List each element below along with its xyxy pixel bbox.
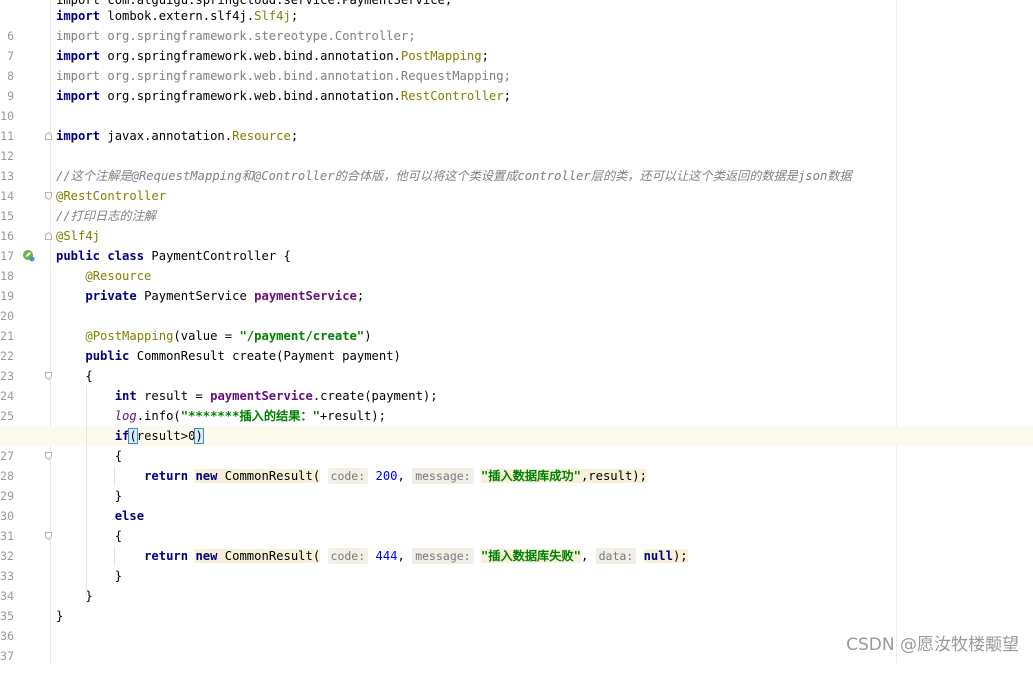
code-text: import org.springframework.web.bind.anno… — [56, 69, 511, 83]
code-line[interactable]: 30 } — [0, 486, 1033, 523]
fold-start-icon[interactable] — [45, 372, 52, 380]
code-text: } — [85, 589, 93, 603]
code-text: @Resource — [85, 269, 152, 283]
code-line[interactable]: 34 } — [0, 566, 1033, 603]
spring-bean-icon[interactable] — [22, 249, 35, 262]
code-line[interactable]: 9 import org.springframework.web.bind.an… — [0, 66, 1033, 103]
code-text: private PaymentService paymentService; — [85, 289, 365, 303]
code-line[interactable]: 33 return new CommonResult( code: 444, m… — [0, 546, 1033, 583]
code-annotation: @Slf4j — [56, 229, 101, 243]
code-text: import org.springframework.web.bind.anno… — [56, 89, 511, 103]
code-text: if(result>0) — [114, 428, 204, 444]
code-comment: //这个注解是@RequestMapping和@Controller的合体版，他… — [56, 169, 852, 183]
code-text: else — [114, 509, 145, 523]
code-text: import org.springframework.web.bind.anno… — [56, 49, 489, 63]
code-line[interactable]: 19 @Resource — [0, 266, 1033, 303]
code-line[interactable]: 10 import org.springframework.web.bind.a… — [0, 86, 1033, 123]
code-editor[interactable]: import com.atguigu.springcloud.service.P… — [0, 0, 1033, 663]
code-text: { — [85, 369, 93, 383]
code-line[interactable]: 36 } — [0, 606, 1033, 643]
code-line[interactable]: 7 import org.springframework.stereotype.… — [0, 26, 1033, 63]
code-line[interactable]: 22 @PostMapping(value = "/payment/create… — [0, 326, 1033, 363]
code-line[interactable]: 29 return new CommonResult( code: 200, m… — [0, 466, 1033, 503]
code-text: public CommonResult create(Payment payme… — [85, 349, 401, 363]
param-hint: data: — [595, 548, 637, 564]
code-line[interactable]: 15 @RestController — [0, 186, 1033, 223]
code-line[interactable]: 20 private PaymentService paymentService… — [0, 286, 1033, 323]
fold-start-icon[interactable] — [45, 532, 52, 540]
code-line[interactable]: 17 @Slf4j — [0, 226, 1033, 263]
code-text: import lombok.extern.slf4j.Slf4j; — [56, 9, 299, 23]
code-line[interactable]: 18 public class PaymentController { — [0, 246, 1033, 283]
code-line[interactable]: 35 } — [0, 586, 1033, 623]
code-line[interactable]: 31 else — [0, 506, 1033, 543]
code-text: } — [56, 609, 64, 623]
param-hint: message: — [412, 548, 474, 564]
indent-guide — [86, 386, 87, 596]
code-line[interactable]: 32 { — [0, 526, 1033, 563]
fold-start-icon[interactable] — [45, 452, 52, 460]
code-text: public class PaymentController { — [56, 249, 291, 263]
code-text: return new CommonResult( code: 200, mess… — [144, 468, 647, 484]
code-line[interactable]: 23 public CommonResult create(Payment pa… — [0, 346, 1033, 383]
param-hint: message: — [412, 468, 474, 484]
code-text: { — [114, 529, 123, 543]
indent-guide — [114, 466, 115, 486]
fold-start-icon[interactable] — [45, 192, 52, 200]
code-text: import javax.annotation.Resource; — [56, 129, 299, 143]
code-line-current[interactable]: 27 if(result>0) — [0, 426, 1033, 463]
watermark: CSDN @愿汝牧楼颙望 — [846, 635, 1019, 655]
code-text: int result = paymentService.create(payme… — [114, 389, 438, 403]
code-line[interactable]: 11 — [0, 106, 1033, 143]
code-text: import org.springframework.stereotype.Co… — [56, 29, 416, 43]
code-line[interactable]: 28 { — [0, 446, 1033, 483]
code-line[interactable]: 8 import org.springframework.web.bind.an… — [0, 46, 1033, 83]
line-number: 37 — [0, 649, 14, 663]
code-line[interactable]: 24 { — [0, 366, 1033, 403]
param-hint: code: — [327, 548, 369, 564]
code-line[interactable]: 16 //打印日志的注解 — [0, 206, 1033, 243]
code-text: log.info("*******插入的结果："+result); — [114, 409, 386, 423]
fold-end-icon[interactable] — [45, 232, 52, 240]
code-line[interactable]: 12 import javax.annotation.Resource; — [0, 126, 1033, 163]
code-line[interactable]: 6 import lombok.extern.slf4j.Slf4j; — [0, 6, 1033, 43]
code-line[interactable]: 13 — [0, 146, 1033, 183]
indent-guide — [114, 546, 115, 566]
code-annotation: @RestController — [56, 189, 167, 203]
code-text: return new CommonResult( code: 444, mess… — [144, 548, 688, 564]
code-line[interactable]: 14 //这个注解是@RequestMapping和@Controller的合体… — [0, 166, 1033, 203]
code-line[interactable]: 21 — [0, 306, 1033, 343]
code-comment: //打印日志的注解 — [56, 209, 156, 223]
code-line[interactable]: 26 log.info("*******插入的结果："+result); — [0, 406, 1033, 443]
fold-end-icon[interactable] — [45, 132, 52, 140]
code-line[interactable]: 25 int result = paymentService.create(pa… — [0, 386, 1033, 423]
code-text: } — [114, 569, 123, 583]
param-hint: code: — [327, 468, 369, 484]
code-text: @PostMapping(value = "/payment/create") — [85, 329, 372, 343]
code-text: { — [114, 449, 123, 463]
code-text: } — [114, 489, 123, 503]
